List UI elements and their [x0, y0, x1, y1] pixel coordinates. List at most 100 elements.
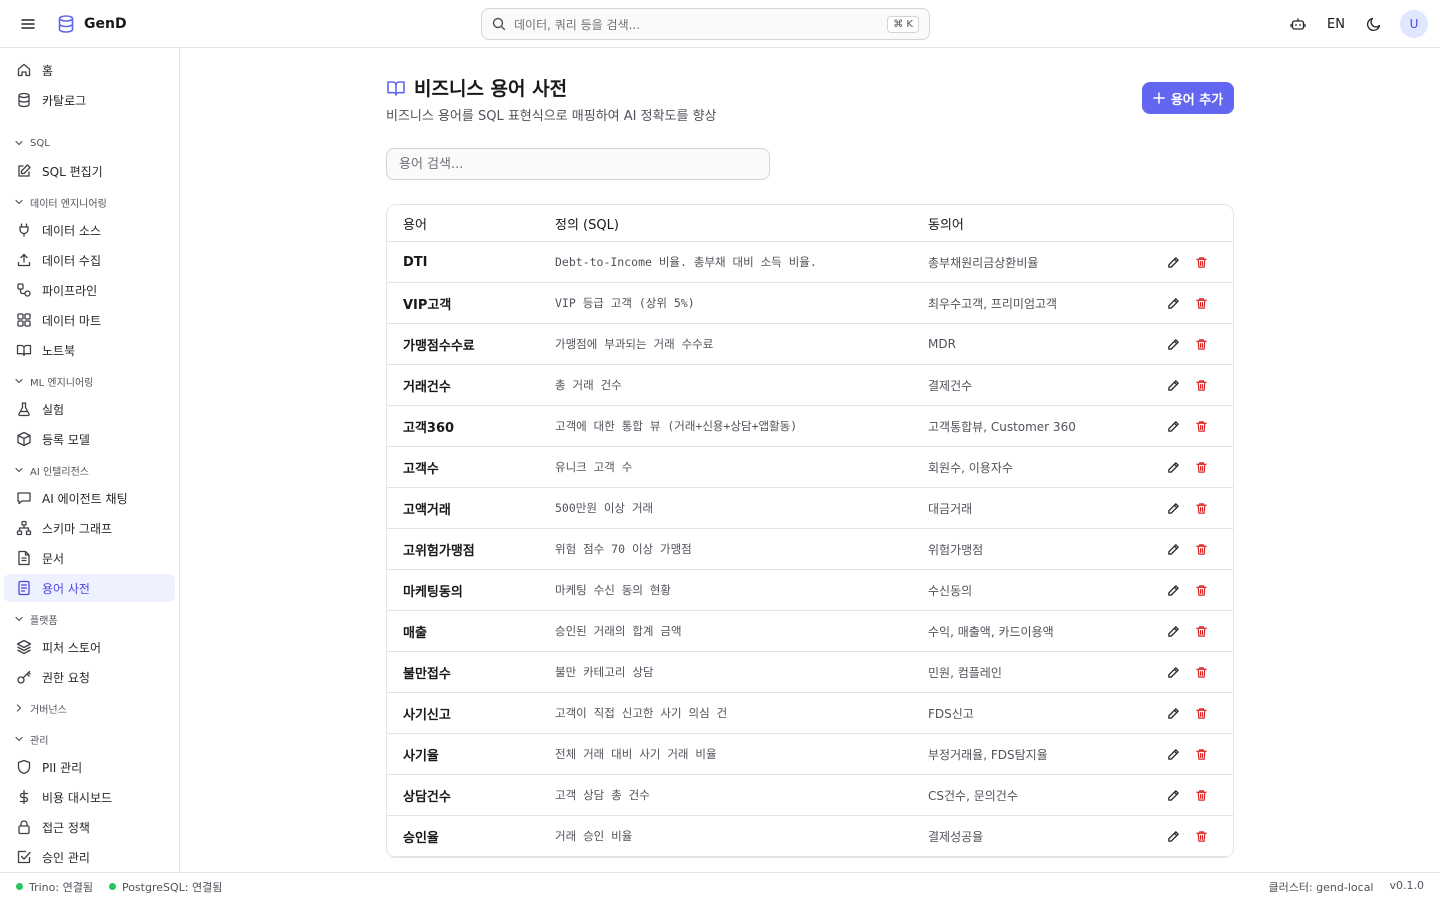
delete-term-button[interactable]	[1193, 582, 1209, 598]
sidebar-item-데이터-수집[interactable]: 데이터 수집	[4, 246, 175, 274]
definition-cell: 500만원 이상 거래	[555, 501, 654, 515]
menu-toggle-button[interactable]	[16, 12, 40, 36]
sidebar-section-관리[interactable]: 관리	[0, 725, 179, 753]
sidebar-section-데이터-엔지니어링[interactable]: 데이터 엔지니어링	[0, 188, 179, 216]
edit-term-button[interactable]	[1165, 418, 1181, 434]
sidebar-item-label: 접근 정책	[42, 820, 90, 835]
delete-term-button[interactable]	[1193, 828, 1209, 844]
sidebar-section-거버넌스[interactable]: 거버넌스	[0, 694, 179, 722]
pencil-icon	[1167, 625, 1179, 637]
status-bar: Trino: 연결됨 PostgreSQL: 연결됨 클러스터: gend-lo…	[0, 872, 1440, 900]
edit-term-button[interactable]	[1165, 623, 1181, 639]
term-search-input[interactable]	[386, 148, 770, 180]
definition-cell: Debt-to-Income 비율. 총부채 대비 소득 비율.	[555, 255, 817, 269]
edit-term-button[interactable]	[1165, 746, 1181, 762]
synonyms-cell: 민원, 컴플레인	[928, 665, 1002, 680]
pencil-icon	[1167, 461, 1179, 473]
sidebar-item-pii-관리[interactable]: PII 관리	[4, 753, 175, 781]
row-actions	[1135, 500, 1233, 516]
delete-term-button[interactable]	[1193, 459, 1209, 475]
sidebar-item-권한-요청[interactable]: 권한 요청	[4, 663, 175, 691]
sidebar-item-데이터-소스[interactable]: 데이터 소스	[4, 216, 175, 244]
delete-term-button[interactable]	[1193, 500, 1209, 516]
sidebar-section-플랫폼[interactable]: 플랫폼	[0, 605, 179, 633]
sidebar-item-스키마-그래프[interactable]: 스키마 그래프	[4, 514, 175, 542]
sidebar-item-label: 등록 모델	[42, 432, 90, 447]
edit-term-button[interactable]	[1165, 705, 1181, 721]
sidebar-item-노트북[interactable]: 노트북	[4, 336, 175, 364]
trash-icon	[1195, 789, 1207, 801]
delete-term-button[interactable]	[1193, 418, 1209, 434]
delete-term-button[interactable]	[1193, 254, 1209, 270]
delete-term-button[interactable]	[1193, 746, 1209, 762]
edit-icon	[16, 163, 32, 179]
sidebar-item-용어-사전[interactable]: 용어 사전	[4, 574, 175, 602]
sidebar-section-ml-엔지니어링[interactable]: ML 엔지니어링	[0, 367, 179, 395]
theme-toggle-button[interactable]	[1362, 12, 1386, 36]
table-header: 용어 정의 (SQL) 동의어	[387, 205, 1233, 242]
sidebar-item-label: 용어 사전	[42, 581, 90, 596]
table-row: 거래건수 총 거래 건수 결제건수	[387, 365, 1233, 406]
sidebar-item-label: 카탈로그	[42, 93, 87, 108]
user-avatar[interactable]: U	[1400, 10, 1428, 38]
sidebar-item-카탈로그[interactable]: 카탈로그	[4, 86, 175, 114]
delete-term-button[interactable]	[1193, 787, 1209, 803]
sidebar-item-홈[interactable]: 홈	[4, 56, 175, 84]
delete-term-button[interactable]	[1193, 336, 1209, 352]
edit-term-button[interactable]	[1165, 295, 1181, 311]
sidebar-item-데이터-마트[interactable]: 데이터 마트	[4, 306, 175, 334]
sidebar-item-접근-정책[interactable]: 접근 정책	[4, 813, 175, 841]
delete-term-button[interactable]	[1193, 623, 1209, 639]
edit-term-button[interactable]	[1165, 664, 1181, 680]
add-term-button[interactable]: 용어 추가	[1142, 82, 1234, 114]
term-cell: DTI	[403, 254, 428, 270]
edit-term-button[interactable]	[1165, 787, 1181, 803]
definition-cell: 총 거래 건수	[555, 378, 622, 392]
definition-cell: 고객 상담 총 건수	[555, 788, 650, 802]
delete-term-button[interactable]	[1193, 664, 1209, 680]
edit-term-button[interactable]	[1165, 377, 1181, 393]
ai-assistant-button[interactable]	[1286, 12, 1310, 36]
sidebar-section-label: 플랫폼	[30, 615, 58, 627]
trash-icon	[1195, 297, 1207, 309]
trash-icon	[1195, 707, 1207, 719]
sidebar-item-ai-에이전트-채팅[interactable]: AI 에이전트 채팅	[4, 484, 175, 512]
synonyms-cell: 수신동의	[928, 583, 973, 598]
sidebar-item-등록-모델[interactable]: 등록 모델	[4, 425, 175, 453]
app-logo[interactable]: GenD	[56, 12, 127, 36]
sidebar-item-피처-스토어[interactable]: 피처 스토어	[4, 633, 175, 661]
sidebar-item-label: 데이터 소스	[42, 223, 102, 238]
delete-term-button[interactable]	[1193, 541, 1209, 557]
edit-term-button[interactable]	[1165, 582, 1181, 598]
sidebar-section-ai-인텔리전스[interactable]: AI 인텔리전스	[0, 456, 179, 484]
edit-term-button[interactable]	[1165, 459, 1181, 475]
delete-term-button[interactable]	[1193, 295, 1209, 311]
term-cell: 고위험가맹점	[403, 543, 475, 559]
sidebar-item-label: 실험	[42, 402, 65, 417]
glossary-icon	[16, 580, 32, 596]
edit-term-button[interactable]	[1165, 254, 1181, 270]
delete-term-button[interactable]	[1193, 377, 1209, 393]
edit-term-button[interactable]	[1165, 541, 1181, 557]
term-cell: 마케팅동의	[403, 584, 463, 600]
synonyms-cell: 결제성공율	[928, 829, 984, 844]
edit-term-button[interactable]	[1165, 828, 1181, 844]
row-actions	[1135, 705, 1233, 721]
sidebar-item-문서[interactable]: 문서	[4, 544, 175, 572]
sidebar-item-파이프라인[interactable]: 파이프라인	[4, 276, 175, 304]
edit-term-button[interactable]	[1165, 336, 1181, 352]
language-toggle[interactable]: EN	[1324, 17, 1348, 32]
sidebar-section-sql[interactable]: SQL	[0, 129, 179, 157]
sidebar-item-sql-편집기[interactable]: SQL 편집기	[4, 157, 175, 185]
search-shortcut: ⌘ K	[887, 15, 919, 33]
key-icon	[16, 669, 32, 685]
plus-icon	[1153, 92, 1165, 104]
sidebar-item-승인-관리[interactable]: 승인 관리	[4, 843, 175, 871]
sidebar-item-비용-대시보드[interactable]: 비용 대시보드	[4, 783, 175, 811]
delete-term-button[interactable]	[1193, 705, 1209, 721]
global-search[interactable]: 데이터, 쿼리 등을 검색... ⌘ K	[481, 8, 930, 40]
sidebar-item-실험[interactable]: 실험	[4, 395, 175, 423]
shield-icon	[16, 759, 32, 775]
global-search-placeholder: 데이터, 쿼리 등을 검색...	[514, 17, 641, 32]
edit-term-button[interactable]	[1165, 500, 1181, 516]
